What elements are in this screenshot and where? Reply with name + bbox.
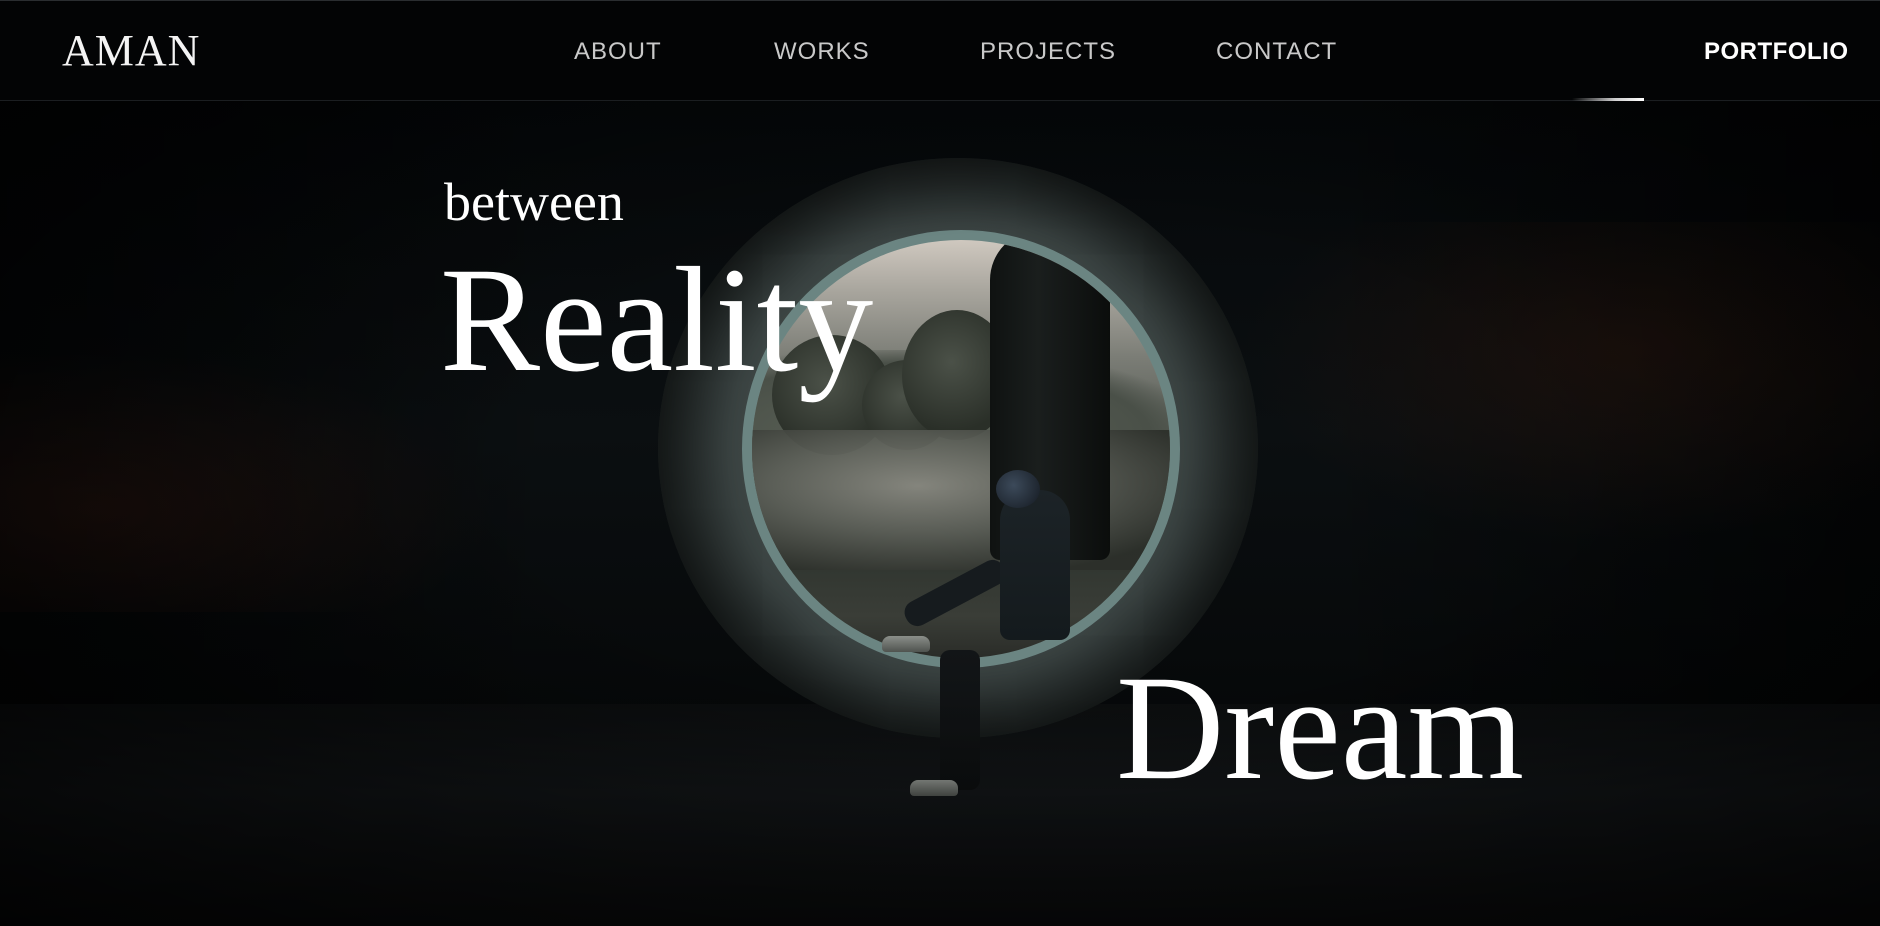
ambient-glow-left [0,352,500,612]
hero-word-reality: Reality [440,237,874,403]
portfolio-link[interactable]: PORTFOLIO [1704,37,1849,67]
sitting-figure-head [996,470,1040,508]
nav-contact[interactable]: CONTACT [1216,37,1337,67]
ambient-glow-right [1240,222,1880,542]
hero-word-between: between [444,172,624,232]
sitting-figure-shoe [882,636,930,652]
nav-about[interactable]: ABOUT [574,37,662,67]
sitting-figure-shoe [910,780,958,796]
sitting-figure-leg [940,650,980,790]
sitting-figure-body [1000,490,1070,640]
hero-word-dream: Dream [1116,645,1525,811]
nav-projects[interactable]: PROJECTS [980,37,1116,67]
site-logo[interactable]: AMAN [62,25,200,77]
site-header: AMAN ABOUT WORKS PROJECTS CONTACT PORTFO… [0,0,1880,101]
nav-works[interactable]: WORKS [774,37,870,67]
page: AMAN ABOUT WORKS PROJECTS CONTACT PORTFO… [0,0,1880,926]
active-indicator [1572,98,1644,101]
